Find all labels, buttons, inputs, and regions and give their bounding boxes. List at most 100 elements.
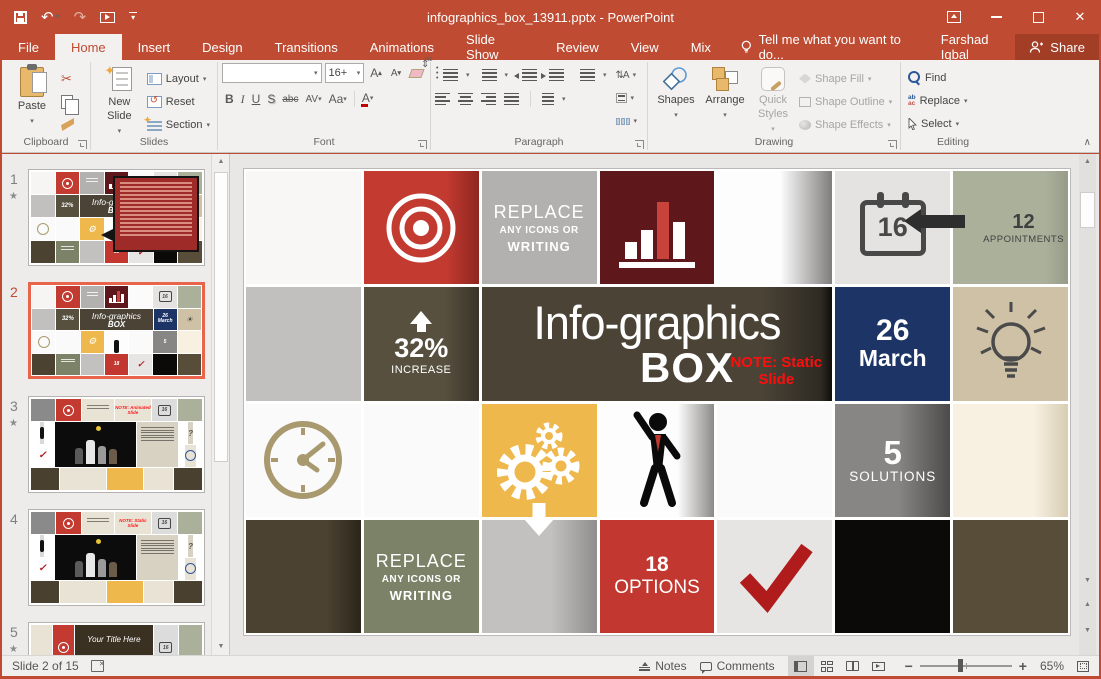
- tile-replace-bottom[interactable]: REPLACE ANY ICONS OR WRITING: [364, 520, 479, 633]
- tile-blank-cream[interactable]: [953, 404, 1068, 517]
- scroll-down-arrow[interactable]: ▼: [213, 639, 229, 655]
- customize-qat-button[interactable]: ▾: [129, 12, 137, 23]
- undo-button[interactable]: ↶▾: [41, 10, 60, 25]
- tab-review[interactable]: Review: [540, 34, 615, 60]
- tile-lightbulb[interactable]: [953, 287, 1068, 400]
- clipboard-dialog-launcher[interactable]: [78, 140, 87, 149]
- tab-home[interactable]: Home: [55, 34, 122, 60]
- underline-button[interactable]: U: [249, 89, 264, 109]
- tell-me-box[interactable]: Tell me what you want to do...: [727, 34, 925, 60]
- paste-button[interactable]: Paste ▾: [6, 63, 58, 135]
- fit-to-window-button[interactable]: [1077, 661, 1089, 672]
- tile-bullseye[interactable]: [364, 171, 479, 284]
- zoom-out-button[interactable]: −: [905, 658, 913, 674]
- tile-blank-brown2[interactable]: [953, 520, 1068, 633]
- tab-animations[interactable]: Animations: [354, 34, 450, 60]
- tab-view[interactable]: View: [615, 34, 675, 60]
- tile-blank-white2[interactable]: [364, 404, 479, 517]
- ribbon-display-options-button[interactable]: [933, 0, 975, 34]
- slide-editor[interactable]: REPLACE ANY ICONS OR WRITING: [243, 168, 1071, 636]
- tab-insert[interactable]: Insert: [122, 34, 187, 60]
- next-slide-button[interactable]: ▼: [1079, 629, 1096, 645]
- maximize-button[interactable]: [1017, 0, 1059, 34]
- tile-clock[interactable]: [246, 404, 361, 517]
- arrange-button[interactable]: Arrange ▾: [700, 63, 750, 135]
- zoom-slider[interactable]: [920, 665, 1012, 667]
- decrease-indent-button[interactable]: [522, 69, 537, 82]
- font-name-combo[interactable]: ▾: [222, 63, 322, 83]
- shape-outline-button[interactable]: Shape Outline▾: [796, 91, 895, 112]
- slide-counter[interactable]: Slide 2 of 15: [12, 659, 79, 673]
- slide-sorter-view-button[interactable]: [814, 656, 840, 676]
- bullets-button[interactable]: [443, 69, 458, 82]
- grow-font-button[interactable]: A▴: [367, 63, 385, 83]
- columns-button[interactable]: [542, 93, 554, 106]
- zoom-slider-thumb[interactable]: [958, 659, 963, 672]
- convert-smartart-button[interactable]: ▾: [613, 111, 641, 131]
- new-slide-button[interactable]: ✦ New Slide ▾: [95, 63, 144, 135]
- tile-blank-black[interactable]: [835, 520, 950, 633]
- reading-view-button[interactable]: [840, 656, 866, 676]
- align-right-button[interactable]: [481, 93, 496, 106]
- comments-button[interactable]: Comments: [700, 659, 775, 673]
- tile-main-title[interactable]: Info-graphics BOX NOTE: Static Slide: [482, 287, 833, 400]
- character-spacing-button[interactable]: AV▾: [302, 89, 324, 109]
- slide-thumbnail-5[interactable]: 5 ★ Your Title HereSub Title Here 16: [28, 622, 205, 655]
- tile-appointments[interactable]: 12 APPOINTMENTS: [953, 171, 1068, 284]
- close-button[interactable]: ✕: [1059, 0, 1101, 34]
- scroll-up-arrow[interactable]: ▲: [213, 154, 229, 170]
- reset-button[interactable]: Reset: [144, 91, 213, 112]
- spell-check-icon[interactable]: [91, 660, 104, 672]
- canvas-scrollbar[interactable]: ▲ ▼ ▲ ▼: [1079, 154, 1096, 655]
- tile-person[interactable]: [600, 404, 715, 517]
- scroll-down-arrow[interactable]: ▼: [1079, 573, 1096, 589]
- font-color-button[interactable]: A▾: [359, 89, 377, 109]
- align-left-button[interactable]: [435, 93, 450, 106]
- bold-button[interactable]: B: [222, 89, 237, 109]
- replace-button[interactable]: abacReplace▾: [905, 90, 970, 111]
- scroll-up-arrow[interactable]: ▲: [1079, 154, 1096, 170]
- normal-view-button[interactable]: [788, 656, 814, 676]
- slide-thumbnail-4[interactable]: 4 NOTE: Static Slide 16: [28, 509, 205, 606]
- strikethrough-button[interactable]: abc: [279, 89, 301, 109]
- text-direction-button[interactable]: ⇅A▾: [613, 65, 641, 85]
- scrollbar-thumb[interactable]: [1080, 192, 1095, 228]
- notes-button[interactable]: Notes: [639, 659, 686, 673]
- redo-button[interactable]: ↷: [74, 10, 87, 25]
- slide-thumbnail-1[interactable]: 1 ★ 16: [28, 169, 205, 266]
- increase-indent-button[interactable]: [549, 69, 564, 82]
- quick-styles-button[interactable]: Quick Styles ▾: [750, 63, 796, 135]
- save-button[interactable]: [14, 11, 27, 24]
- previous-slide-button[interactable]: ▲: [1079, 603, 1096, 619]
- tile-replace-top[interactable]: REPLACE ANY ICONS OR WRITING: [482, 171, 597, 284]
- paragraph-dialog-launcher[interactable]: [635, 140, 644, 149]
- align-text-button[interactable]: ▾: [613, 88, 641, 108]
- shapes-button[interactable]: Shapes ▾: [652, 63, 700, 135]
- font-dialog-launcher[interactable]: [418, 140, 427, 149]
- tile-checkmark[interactable]: [717, 520, 832, 633]
- copy-button[interactable]: [58, 91, 77, 112]
- find-button[interactable]: Find: [905, 67, 970, 88]
- tab-file[interactable]: File: [2, 34, 55, 60]
- tab-transitions[interactable]: Transitions: [259, 34, 354, 60]
- tile-increase[interactable]: 32% INCREASE: [364, 287, 479, 400]
- select-button[interactable]: Select▾: [905, 113, 970, 134]
- align-center-button[interactable]: [458, 93, 473, 106]
- justify-button[interactable]: [504, 93, 519, 106]
- format-painter-button[interactable]: [58, 114, 77, 135]
- tile-gears[interactable]: [482, 404, 597, 517]
- tile-blank-shadow[interactable]: [717, 171, 832, 284]
- tile-blank-white3[interactable]: [717, 404, 832, 517]
- tab-design[interactable]: Design: [186, 34, 258, 60]
- drawing-dialog-launcher[interactable]: [888, 140, 897, 149]
- tab-mix[interactable]: Mix: [675, 34, 727, 60]
- start-slideshow-button[interactable]: [100, 12, 115, 23]
- italic-button[interactable]: I: [238, 89, 248, 109]
- thumbnail-scrollbar[interactable]: ▲ ▼: [211, 154, 229, 655]
- section-button[interactable]: ✦Section▾: [144, 114, 213, 135]
- tile-blank-white[interactable]: [246, 171, 361, 284]
- change-case-button[interactable]: Aa▾: [326, 89, 350, 109]
- slide-thumbnail-3[interactable]: 3 ★ NOTE: Animated Slide 16: [28, 396, 205, 493]
- font-size-combo[interactable]: 16+▾: [325, 63, 365, 83]
- zoom-in-button[interactable]: +: [1019, 658, 1027, 674]
